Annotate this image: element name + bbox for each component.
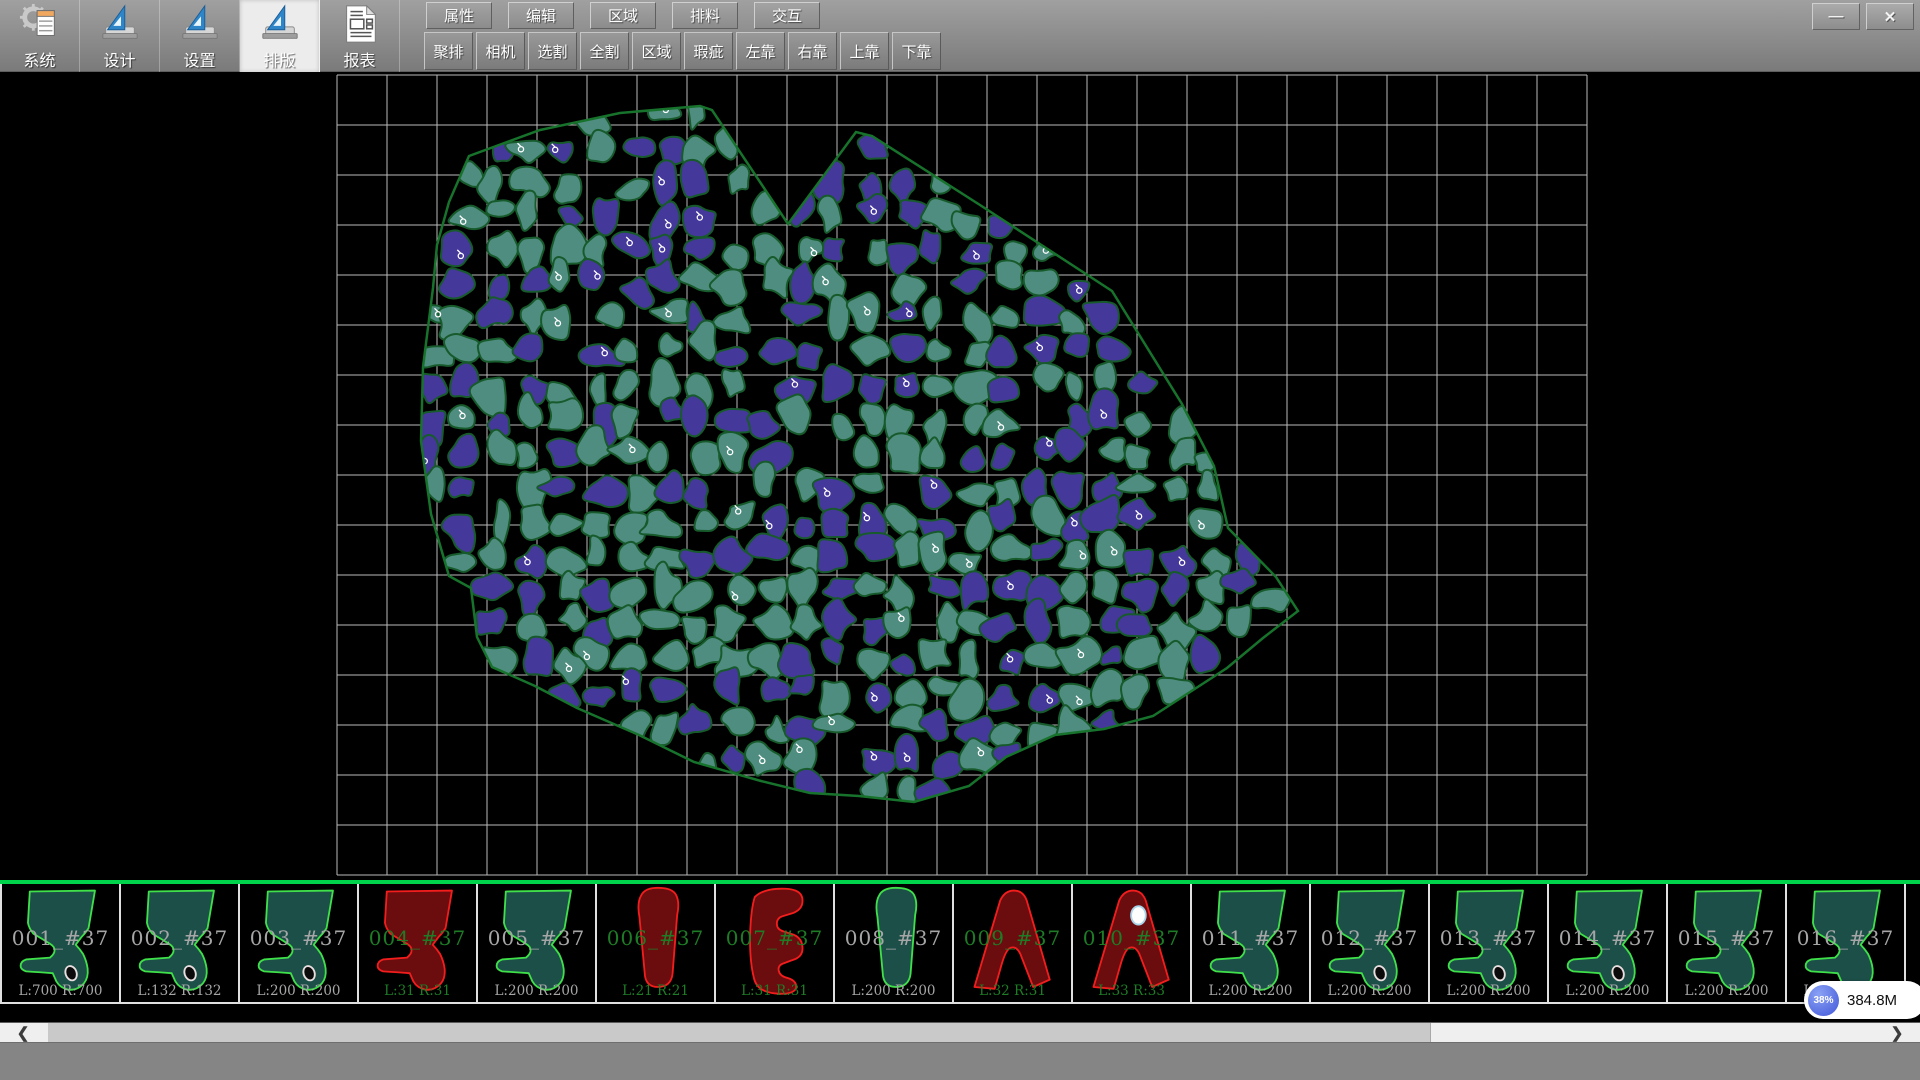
piece-thumbnail-007_#37[interactable]: 007_#37L:31 R:31 [716, 884, 835, 1002]
piece-shape [848, 886, 940, 998]
tool-button-5[interactable]: 瑕疵 [684, 32, 733, 70]
piece-shape [1443, 886, 1535, 998]
main-button-设置[interactable]: 设置 [160, 0, 240, 72]
menu-bar: 属性编辑区域排料交互 [426, 2, 820, 29]
main-button-设计[interactable]: 设计 [80, 0, 160, 72]
tool-button-3[interactable]: 全割 [580, 32, 629, 70]
menu-button-2[interactable]: 区域 [590, 2, 656, 29]
main-button-label: 设计 [103, 47, 135, 71]
main-button-系统[interactable]: 系统 [0, 0, 80, 72]
main-button-报表[interactable]: 报表 [320, 0, 400, 72]
piece-thumbnail-013_#37[interactable]: 013_#37L:200 R:200 [1430, 884, 1549, 1002]
ruler-icon [99, 3, 141, 45]
close-icon: ✕ [1884, 8, 1897, 26]
horizontal-scrollbar[interactable]: ❮ ❯ [0, 1022, 1920, 1042]
nesting-canvas[interactable] [0, 72, 1920, 880]
memory-value: 384.8M [1847, 992, 1897, 1009]
piece-thumbnail-014_#37[interactable]: 014_#37L:200 R:200 [1549, 884, 1668, 1002]
menu-button-1[interactable]: 编辑 [508, 2, 574, 29]
piece-shape [967, 886, 1059, 998]
piece-shape [729, 886, 821, 998]
piece-thumbnail-011_#37[interactable]: 011_#37L:200 R:200 [1192, 884, 1311, 1002]
piece-thumbnail-015_#37[interactable]: 015_#37L:200 R:200 [1668, 884, 1787, 1002]
tool-button-2[interactable]: 选割 [528, 32, 577, 70]
minimize-button[interactable]: — [1812, 3, 1860, 30]
piece-shape [372, 886, 464, 998]
app-window: 系统设计设置排版报表 属性编辑区域排料交互 聚排相机选割全割区域瑕疵左靠右靠上靠… [0, 0, 1920, 1080]
piece-shape [610, 886, 702, 998]
piece-thumbnail-006_#37[interactable]: 006_#37L:21 R:21 [597, 884, 716, 1002]
main-button-label: 设置 [183, 47, 215, 71]
main-button-label: 系统 [23, 47, 55, 71]
piece-shape [1681, 886, 1773, 998]
piece-shape [1324, 886, 1416, 998]
progress-circle: 38% [1808, 985, 1839, 1016]
main-button-label: 报表 [343, 47, 375, 71]
main-toolbar: 系统 设计 设置 排版 报表 [0, 0, 400, 72]
menu-button-4[interactable]: 交互 [754, 2, 820, 29]
progress-percent: 38% [1813, 995, 1833, 1006]
close-button[interactable]: ✕ [1866, 3, 1914, 30]
piece-shape [134, 886, 226, 998]
menu-button-3[interactable]: 排料 [672, 2, 738, 29]
tool-button-8[interactable]: 上靠 [840, 32, 889, 70]
piece-thumbnail-012_#37[interactable]: 012_#37L:200 R:200 [1311, 884, 1430, 1002]
scroll-right-button[interactable]: ❯ [1874, 1023, 1920, 1042]
main-button-排版[interactable]: 排版 [240, 0, 320, 72]
report-icon [339, 3, 381, 45]
minimize-icon: — [1829, 8, 1844, 25]
piece-thumbnail-010_#37[interactable]: 010_#37L:33 R:33 [1073, 884, 1192, 1002]
piece-shape [253, 886, 345, 998]
film-strip: 001_#37L:700 R:700002_#37L:132 R:132003_… [0, 880, 1920, 1022]
scrollbar-thumb[interactable] [48, 1023, 1431, 1042]
piece-thumbnail-list: 001_#37L:700 R:700002_#37L:132 R:132003_… [0, 884, 1920, 1004]
tool-button-0[interactable]: 聚排 [424, 32, 473, 70]
tool-button-6[interactable]: 左靠 [736, 32, 785, 70]
piece-shape [15, 886, 107, 998]
status-bar [0, 1042, 1920, 1080]
menu-button-0[interactable]: 属性 [426, 2, 492, 29]
tool-button-9[interactable]: 下靠 [892, 32, 941, 70]
ruler-icon [259, 3, 301, 45]
piece-shape [491, 886, 583, 998]
tool-button-7[interactable]: 右靠 [788, 32, 837, 70]
piece-thumbnail-008_#37[interactable]: 008_#37L:200 R:200 [835, 884, 954, 1002]
piece-shape [1086, 886, 1178, 998]
ribbon: 系统设计设置排版报表 属性编辑区域排料交互 聚排相机选割全割区域瑕疵左靠右靠上靠… [0, 0, 1920, 72]
ruler-icon [179, 3, 221, 45]
piece-thumbnail-002_#37[interactable]: 002_#37L:132 R:132 [121, 884, 240, 1002]
piece-thumbnail-005_#37[interactable]: 005_#37L:200 R:200 [478, 884, 597, 1002]
memory-badge: 38% 384.8M [1804, 981, 1920, 1019]
window-controls: — ✕ [1812, 3, 1914, 30]
tool-button-4[interactable]: 区域 [632, 32, 681, 70]
piece-thumbnail-009_#37[interactable]: 009_#37L:32 R:31 [954, 884, 1073, 1002]
piece-shape [1562, 886, 1654, 998]
scroll-left-button[interactable]: ❮ [0, 1023, 46, 1042]
piece-shape [1205, 886, 1297, 998]
piece-thumbnail-003_#37[interactable]: 003_#37L:200 R:200 [240, 884, 359, 1002]
piece-thumbnail-001_#37[interactable]: 001_#37L:700 R:700 [2, 884, 121, 1002]
tool-button-1[interactable]: 相机 [476, 32, 525, 70]
nested-pieces [415, 95, 1292, 811]
main-button-label: 排版 [263, 47, 295, 71]
nesting-drawing [0, 72, 1920, 880]
piece-thumbnail-004_#37[interactable]: 004_#37L:31 R:31 [359, 884, 478, 1002]
gear-icon [19, 3, 61, 45]
tool-bar: 聚排相机选割全割区域瑕疵左靠右靠上靠下靠 [424, 32, 941, 70]
